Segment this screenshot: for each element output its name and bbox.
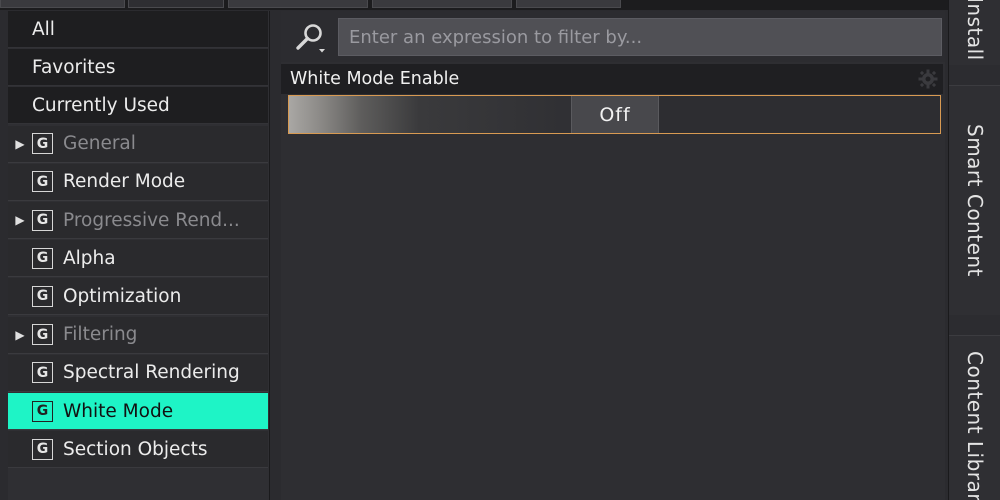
toggle-knob[interactable]: Off (571, 96, 659, 133)
expand-arrow-icon[interactable]: ▶ (8, 137, 32, 151)
tab-install[interactable]: Install (949, 0, 1000, 65)
toggle-track-right (659, 96, 940, 133)
sidebar-item-filtering[interactable]: ▶ G Filtering (8, 316, 268, 354)
sidebar-item-progressive-rend[interactable]: ▶ G Progressive Rend... (8, 202, 268, 239)
top-tab-strip (0, 0, 948, 10)
sidebar-item-label: Render Mode (63, 171, 186, 193)
top-tab-1[interactable] (0, 0, 125, 8)
sidebar: All Favorites Currently Used ▶ G General G Rend… (8, 11, 270, 500)
gear-icon[interactable] (917, 68, 939, 90)
top-tab-3[interactable] (228, 0, 368, 8)
sidebar-filter-currently-used[interactable]: Currently Used (8, 87, 268, 125)
white-mode-toggle[interactable]: Off (288, 95, 941, 134)
sidebar-item-label: Progressive Rend... (63, 209, 240, 231)
search-icon[interactable] (293, 21, 329, 55)
group-icon: G (32, 438, 53, 460)
sidebar-item-white-mode[interactable]: G White Mode (8, 393, 268, 430)
group-icon: G (32, 171, 53, 193)
expand-arrow-icon[interactable]: ▶ (8, 328, 32, 342)
top-tab-5[interactable] (516, 0, 621, 8)
sidebar-item-render-mode[interactable]: G Render Mode (8, 163, 268, 201)
sidebar-item-spectral-rendering[interactable]: G Spectral Rendering (8, 354, 268, 392)
property-label: White Mode Enable (290, 69, 460, 89)
sidebar-item-label: Currently Used (32, 94, 170, 116)
sidebar-item-label: All (32, 18, 55, 40)
group-icon: G (32, 362, 53, 384)
main-panel: White Mode Enable Off (281, 11, 945, 500)
top-tab-4[interactable] (372, 0, 512, 8)
property-header: White Mode Enable (281, 64, 943, 94)
tab-content-library[interactable]: Content Library (949, 335, 1000, 500)
sidebar-item-label: Alpha (63, 247, 116, 269)
sidebar-item-label: Favorites (32, 56, 116, 78)
sidebar-item-label: Filtering (63, 324, 138, 346)
sidebar-filter-favorites[interactable]: Favorites (8, 49, 268, 87)
sidebar-item-label: White Mode (63, 400, 174, 422)
sidebar-item-general[interactable]: ▶ G General (8, 125, 268, 163)
sidebar-item-label: General (63, 133, 136, 155)
filter-input[interactable] (338, 18, 942, 56)
group-icon: G (32, 400, 53, 422)
expand-arrow-icon[interactable]: ▶ (8, 213, 32, 227)
sidebar-item-label: Section Objects (63, 438, 208, 460)
sidebar-filter-all[interactable]: All (8, 11, 268, 48)
tab-content-library-label: Content Library (963, 351, 987, 500)
top-tab-2[interactable] (128, 0, 224, 8)
toggle-track-left (289, 96, 579, 133)
sidebar-item-alpha[interactable]: G Alpha (8, 240, 268, 278)
sidebar-item-section-objects[interactable]: G Section Objects (8, 431, 268, 469)
group-icon: G (32, 209, 53, 231)
toggle-value: Off (599, 103, 631, 126)
group-icon: G (32, 324, 53, 346)
tab-install-label: Install (963, 0, 987, 61)
sidebar-item-label: Optimization (63, 285, 182, 307)
sidebar-item-optimization[interactable]: G Optimization (8, 278, 268, 316)
group-icon: G (32, 285, 53, 307)
right-tab-bar: Install Smart Content Content Library (948, 0, 1000, 500)
tab-smart-content-label: Smart Content (963, 124, 987, 277)
search-row (281, 11, 945, 62)
group-icon: G (32, 133, 53, 155)
tab-smart-content[interactable]: Smart Content (949, 85, 1000, 315)
group-icon: G (32, 247, 53, 269)
sidebar-item-label: Spectral Rendering (63, 362, 240, 384)
